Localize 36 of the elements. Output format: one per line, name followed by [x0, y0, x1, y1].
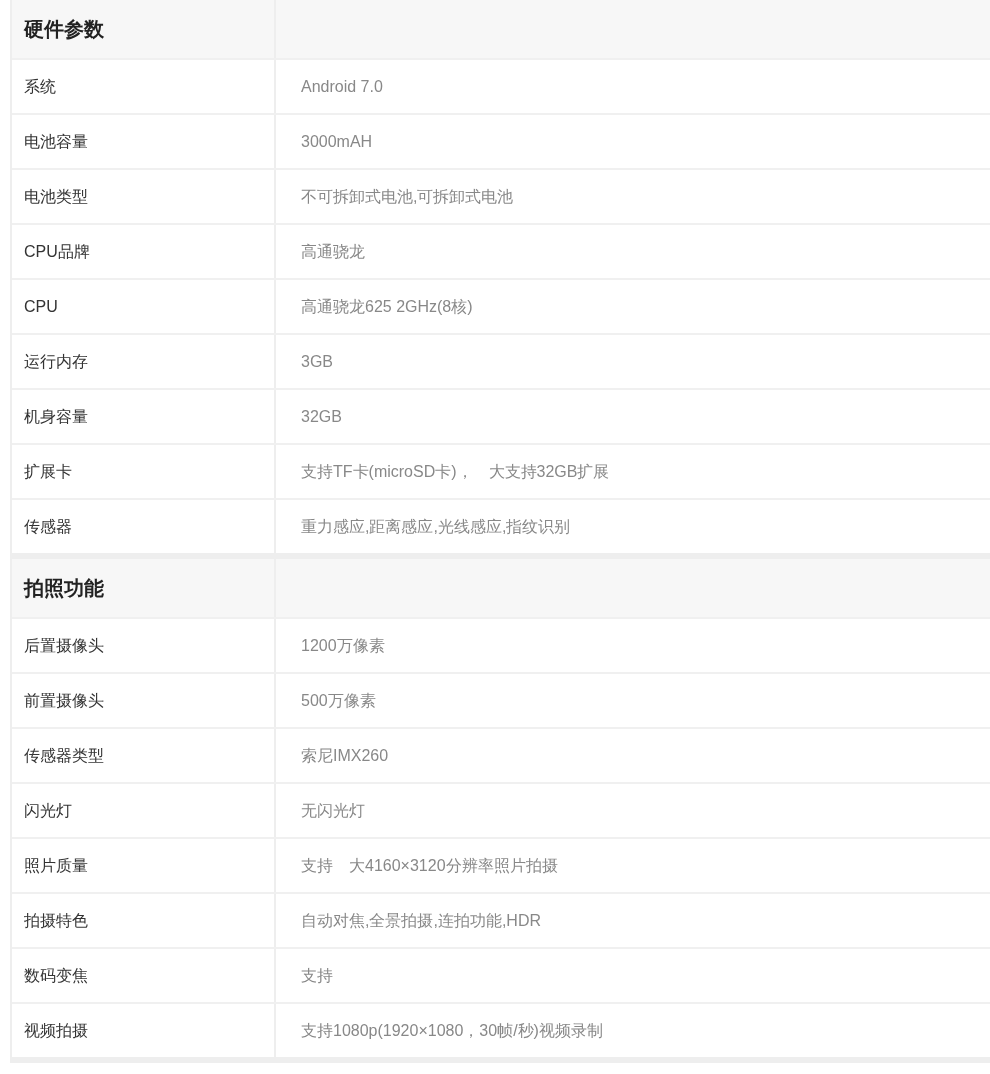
spec-value: 索尼IMX260	[301, 745, 389, 766]
spec-label: CPU品牌	[24, 241, 90, 262]
spec-value: 支持1080p(1920×1080，30帧/秒)视频录制	[301, 1020, 603, 1041]
spec-value: 重力感应,距离感应,光线感应,指纹识别	[301, 516, 571, 537]
spec-value: 高通骁龙	[301, 241, 365, 262]
spec-value: 500万像素	[301, 690, 376, 711]
spec-label: 后置摄像头	[24, 635, 104, 656]
spec-label: 运行内存	[24, 351, 88, 372]
spec-value: 支持 大4160×3120分辨率照片拍摄	[301, 855, 558, 876]
spec-label: 数码变焦	[24, 965, 88, 986]
spec-label: 视频拍摄	[24, 1020, 88, 1041]
spec-label: 电池类型	[24, 186, 88, 207]
spec-value: 支持	[301, 965, 333, 986]
section-heading: 拍照功能	[24, 576, 104, 601]
spec-value: 不可拆卸式电池,可拆卸式电池	[301, 186, 514, 207]
spec-value: 无闪光灯	[301, 800, 365, 821]
spec-value: 32GB	[301, 406, 342, 427]
spec-label: 前置摄像头	[24, 690, 104, 711]
spec-value: 3000mAH	[301, 131, 373, 152]
spec-value: 3GB	[301, 351, 333, 372]
spec-label: 传感器类型	[24, 745, 104, 766]
spec-label: 系统	[24, 76, 56, 97]
spec-label: 照片质量	[24, 855, 88, 876]
spec-value: 高通骁龙625 2GHz(8核)	[301, 296, 473, 317]
spec-value: Android 7.0	[301, 76, 383, 97]
spec-label: 传感器	[24, 516, 72, 537]
spec-label: 电池容量	[24, 131, 88, 152]
spec-label: 扩展卡	[24, 461, 72, 482]
spec-label: 闪光灯	[24, 800, 72, 821]
spec-value: 支持TF卡(microSD卡)， 大支持32GB扩展	[301, 461, 610, 482]
spec-value: 1200万像素	[301, 635, 385, 656]
spec-label: CPU	[24, 296, 58, 317]
spec-label: 拍摄特色	[24, 910, 88, 931]
section-heading: 硬件参数	[24, 17, 104, 42]
spec-label: 机身容量	[24, 406, 88, 427]
spec-value: 自动对焦,全景拍摄,连拍功能,HDR	[301, 910, 541, 931]
